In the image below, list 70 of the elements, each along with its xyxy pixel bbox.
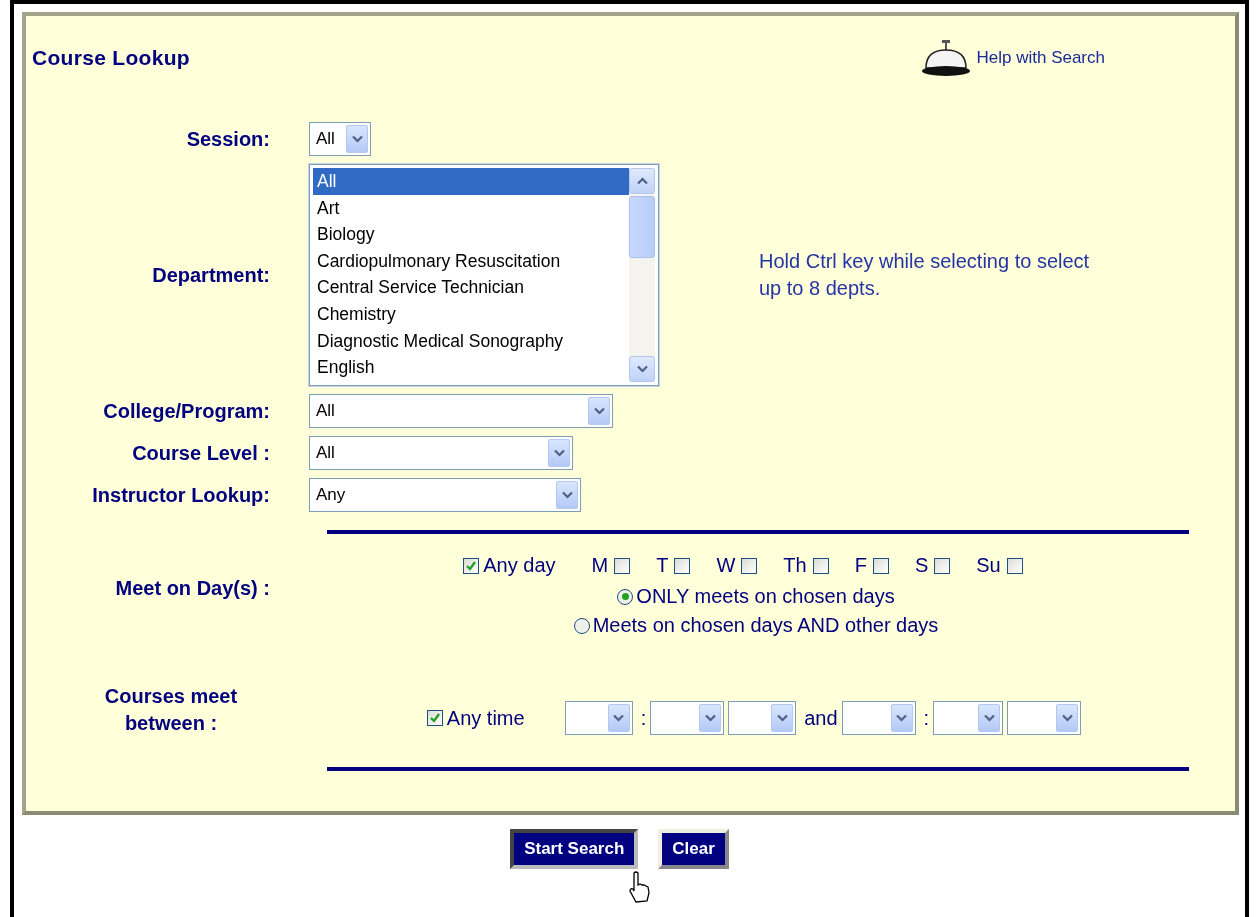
list-option[interactable]: Art — [313, 194, 629, 222]
hand-cursor-icon — [628, 871, 652, 905]
day-label: M — [591, 554, 609, 577]
radio-label: Meets on chosen days AND other days — [592, 614, 939, 637]
chevron-down-icon — [553, 449, 565, 457]
radio-label: ONLY meets on chosen days — [636, 585, 895, 608]
day-checkbox[interactable] — [872, 557, 889, 574]
hint-text: Hold Ctrl key while selecting to select up to 8 depts. — [759, 249, 1091, 301]
time-select[interactable] — [933, 701, 1004, 735]
session-select[interactable]: All — [309, 122, 371, 156]
radio-button[interactable] — [617, 588, 634, 605]
dropdown-select[interactable]: All — [309, 436, 573, 470]
time-select[interactable] — [564, 701, 633, 735]
list-option[interactable]: Biology — [313, 221, 629, 248]
checkbox-label: Any time — [446, 706, 525, 730]
field-label: Meet on Day(s) : — [114, 575, 270, 601]
time-separator: and — [804, 706, 838, 730]
form-button[interactable]: Clear — [658, 829, 729, 869]
field-label: Session: — [185, 127, 270, 152]
day-label: Su — [976, 554, 1001, 577]
chevron-down-icon — [561, 491, 573, 499]
day-checkbox[interactable] — [674, 557, 691, 574]
help-link[interactable]: Help with Search — [918, 38, 1105, 78]
form-button[interactable]: Start Search — [510, 829, 639, 869]
page-title: Course Lookup — [32, 46, 190, 70]
list-option[interactable]: All — [313, 168, 629, 195]
time-separator: : — [923, 706, 930, 730]
list-option[interactable]: Cardiopulmonary Resuscitation — [313, 247, 629, 275]
time-select[interactable] — [841, 701, 916, 735]
field-label: College/Program: — [102, 399, 270, 424]
time-separator: : — [640, 706, 647, 730]
day-checkbox[interactable] — [614, 557, 631, 574]
day-checkbox[interactable] — [812, 557, 829, 574]
chevron-down-icon — [593, 407, 605, 415]
scroll-up-icon — [636, 177, 648, 185]
day-checkbox[interactable] — [1006, 557, 1023, 574]
time-select[interactable] — [650, 701, 725, 735]
dropdown-select[interactable]: All — [309, 394, 613, 428]
field-label: Instructor Lookup: — [91, 483, 270, 508]
chevron-down-icon — [704, 714, 716, 722]
day-label: S — [914, 554, 929, 577]
checkbox-label: Any day — [483, 554, 556, 577]
checkbox[interactable] — [463, 557, 480, 574]
time-select[interactable] — [728, 701, 797, 735]
field-label: Courses meet between : — [103, 684, 239, 736]
chevron-down-icon — [983, 714, 995, 722]
day-checkbox[interactable] — [741, 557, 758, 574]
list-option[interactable]: Chemistry — [313, 300, 629, 328]
chevron-down-icon — [351, 135, 363, 143]
dropdown-select[interactable]: Any — [309, 478, 581, 512]
list-option[interactable]: Diagnostic Medical Sonography — [313, 327, 629, 355]
list-option[interactable]: Central Service Technician — [313, 274, 629, 301]
day-label: Th — [783, 554, 807, 577]
field-label: Course Level : — [131, 441, 270, 466]
radio-button[interactable] — [573, 617, 590, 634]
chevron-down-icon — [613, 714, 625, 722]
chevron-down-icon — [776, 714, 788, 722]
day-label: W — [716, 554, 736, 577]
checkbox[interactable] — [426, 710, 443, 726]
chevron-down-icon — [896, 714, 908, 722]
list-option[interactable]: English — [313, 354, 629, 381]
department-list[interactable]: All Art Biology Cardiopulmonary Resuscitation Central Service Technician Chemistry Diagnostic Medical Sonography English — [309, 164, 659, 386]
time-select[interactable] — [1007, 701, 1082, 735]
scrollbar[interactable] — [629, 168, 655, 382]
day-label: T — [656, 554, 669, 577]
chevron-down-icon — [1061, 714, 1073, 722]
day-label: F — [854, 554, 867, 577]
chevron-down-icon — [636, 365, 648, 373]
field-label: Department: — [151, 263, 270, 288]
day-checkbox[interactable] — [934, 557, 951, 574]
